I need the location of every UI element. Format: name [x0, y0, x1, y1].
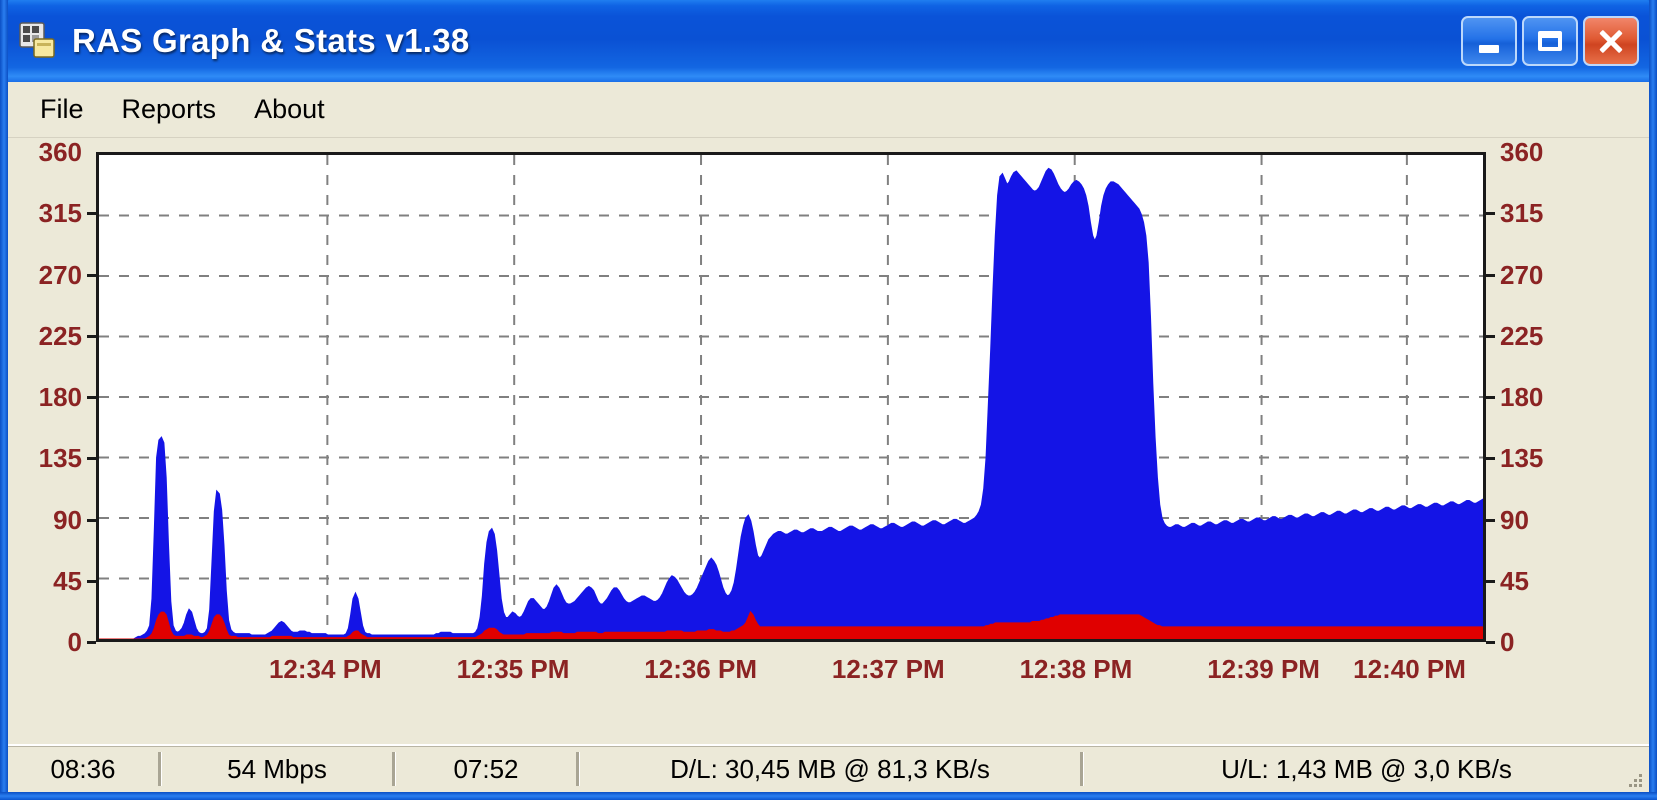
- y-axis-tick: [1486, 212, 1495, 216]
- y-axis-right-label: 180: [1500, 382, 1544, 412]
- window-border-left: [0, 0, 8, 800]
- window-border-bottom: [0, 792, 1657, 800]
- y-axis-left-label: 135: [38, 443, 82, 474]
- bandwidth-graph: 360 315 270 225 180 135 90 45 0 360 315 270 225 180 1…: [8, 138, 1649, 744]
- x-axis-label: 12:35 PM: [456, 654, 570, 684]
- status-bar: 08:36 54 Mbps 07:52 D/L: 30,45 MB @ 81,3…: [8, 744, 1649, 792]
- application-window: RAS Graph & Stats v1.38 File Reports Abo…: [0, 0, 1657, 800]
- y-axis-tick: [1486, 641, 1495, 644]
- plot-area: [96, 152, 1486, 642]
- status-link-speed: 54 Mbps: [227, 753, 327, 784]
- y-axis-right-label: 90: [1500, 504, 1529, 535]
- y-axis-left-label: 0: [67, 627, 82, 657]
- y-axis-tick: [1486, 396, 1495, 399]
- y-axis-tick: [1486, 518, 1495, 522]
- menu-item-reports[interactable]: Reports: [106, 90, 233, 129]
- y-axis-tick: [87, 641, 96, 644]
- y-axis-left-label: 45: [53, 565, 82, 596]
- title-bar[interactable]: RAS Graph & Stats v1.38: [0, 0, 1657, 82]
- y-axis-left-label: 180: [38, 382, 82, 412]
- status-download: D/L: 30,45 MB @ 81,3 KB/s: [670, 753, 990, 784]
- y-axis-left-label: 315: [38, 198, 82, 229]
- y-axis-tick: [1486, 334, 1495, 338]
- y-axis-right-label: 360: [1500, 137, 1544, 167]
- minimize-button[interactable]: [1461, 16, 1517, 66]
- y-axis-left-label: 90: [53, 504, 82, 535]
- minimize-icon: [1479, 45, 1499, 53]
- chart-canvas: [99, 155, 1483, 639]
- resize-grip-icon[interactable]: [1623, 768, 1645, 790]
- window-border-right: [1649, 0, 1657, 800]
- x-axis-label: 12:36 PM: [644, 654, 758, 684]
- y-axis-tick: [87, 457, 96, 461]
- y-axis-tick: [87, 579, 96, 583]
- window-controls: [1461, 16, 1639, 66]
- menu-item-file[interactable]: File: [24, 90, 100, 129]
- y-axis-right-label: 270: [1500, 259, 1544, 290]
- y-axis-right-label: 0: [1500, 627, 1515, 657]
- x-axis-label: 12:34 PM: [268, 654, 382, 684]
- y-axis-right-label: 315: [1500, 198, 1544, 229]
- y-axis-right-label: 45: [1500, 565, 1529, 596]
- close-button[interactable]: [1583, 16, 1639, 66]
- y-axis-tick: [87, 518, 96, 522]
- y-axis-right-label: 135: [1500, 443, 1544, 474]
- maximize-icon: [1538, 31, 1562, 51]
- client-area: File Reports About 360 315 270 225 180 135 90 4…: [8, 82, 1649, 792]
- y-axis-tick: [1486, 579, 1495, 583]
- menu-item-about[interactable]: About: [238, 90, 341, 129]
- y-axis-tick: [87, 334, 96, 338]
- maximize-button[interactable]: [1522, 16, 1578, 66]
- status-session-time: 07:52: [453, 753, 519, 784]
- y-axis-tick: [87, 273, 96, 277]
- y-axis-tick: [1486, 457, 1495, 461]
- y-axis-right-label: 225: [1500, 320, 1544, 351]
- y-axis-left-label: 270: [38, 259, 82, 290]
- series-area-download: [99, 167, 1483, 639]
- y-axis-left-label: 360: [38, 137, 82, 167]
- y-axis-tick: [87, 212, 96, 216]
- menu-bar: File Reports About: [8, 82, 1649, 138]
- status-connected-time: 08:36: [50, 753, 116, 784]
- network-connections-icon: [18, 21, 58, 61]
- status-upload: U/L: 1,43 MB @ 3,0 KB/s: [1221, 753, 1512, 784]
- window-title: RAS Graph & Stats v1.38: [72, 22, 470, 59]
- close-icon: [1597, 27, 1625, 55]
- x-axis-label: 12:38 PM: [1019, 654, 1133, 684]
- y-axis-tick: [1486, 273, 1495, 277]
- y-axis-left-label: 225: [38, 320, 82, 351]
- y-axis-tick: [87, 396, 96, 399]
- x-axis-label: 12:39 PM: [1207, 654, 1320, 684]
- x-axis-label: 12:37 PM: [831, 654, 945, 684]
- x-axis-label: 12:40 PM: [1353, 654, 1466, 684]
